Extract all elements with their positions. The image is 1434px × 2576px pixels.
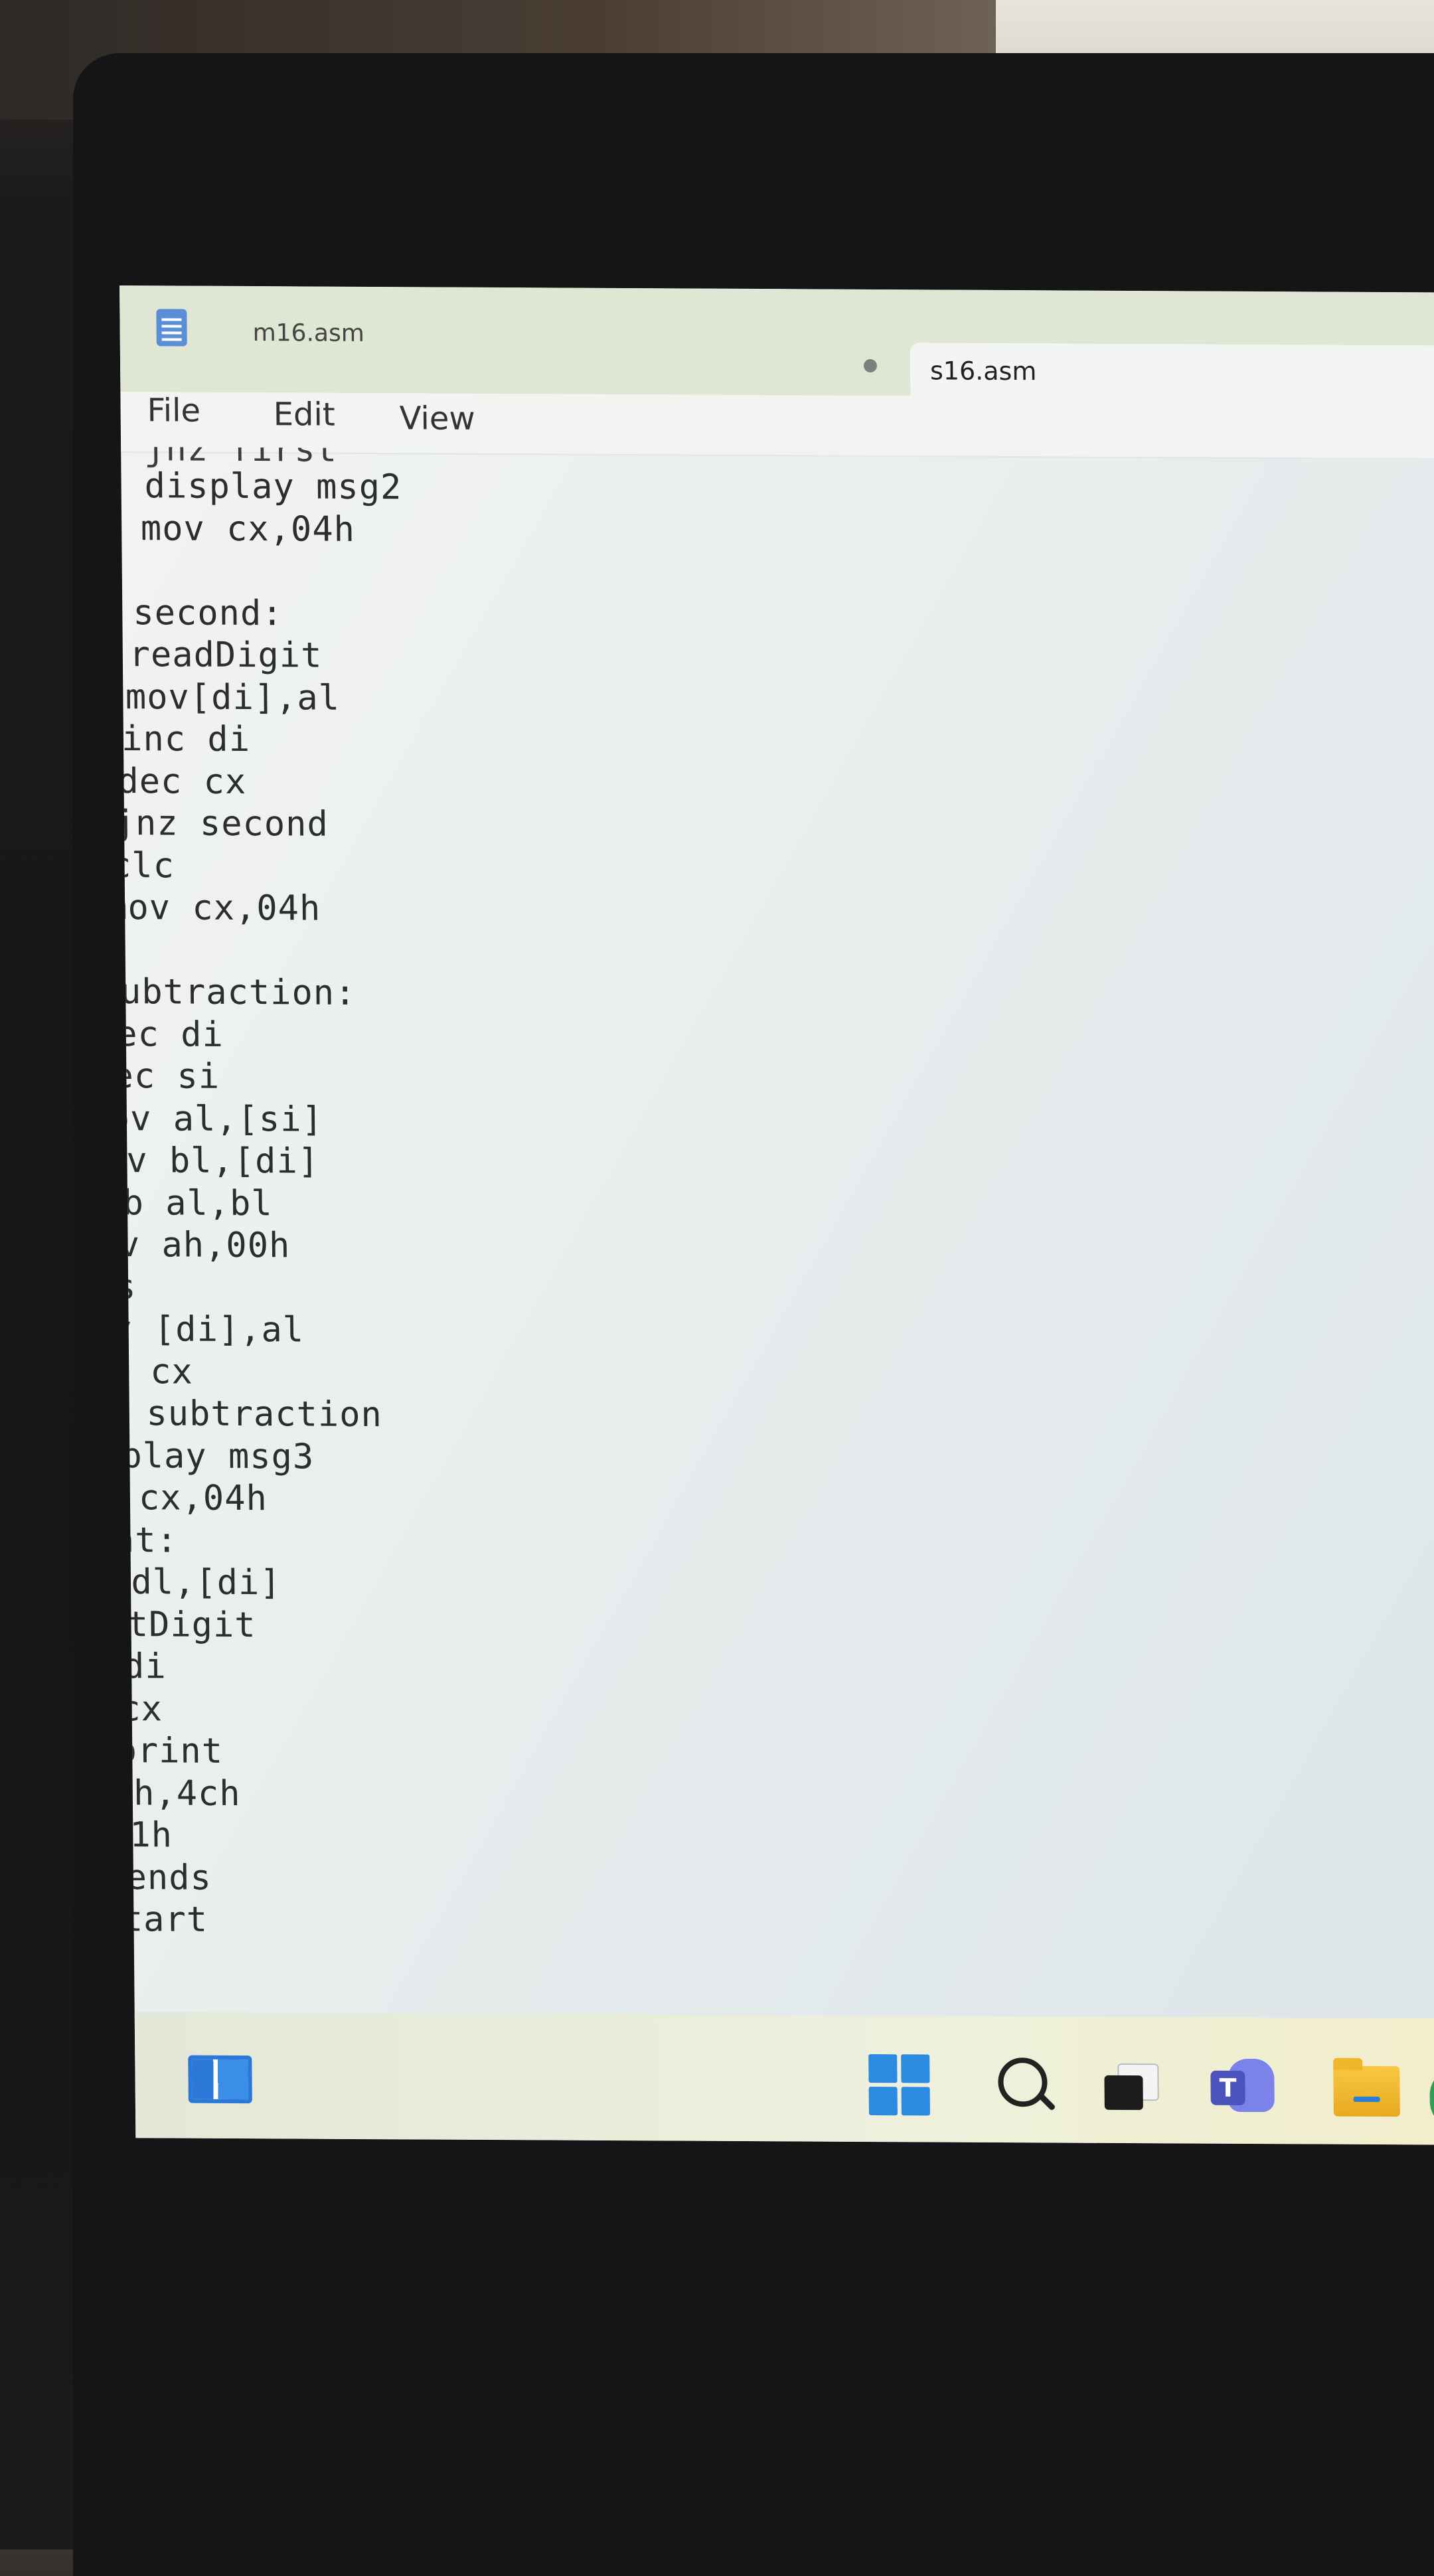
unsaved-indicator-icon: [863, 359, 878, 372]
notepad-window: m16.asm s16.asm File Edit View jnz first…: [120, 285, 1434, 2145]
code-line: jnz print: [120, 1731, 224, 1771]
code-line: mov cx,04h: [120, 887, 321, 929]
code-line: printDigit: [120, 1603, 256, 1645]
start-icon[interactable]: [868, 2054, 930, 2116]
title-bar: m16.asm s16.asm: [120, 285, 1434, 399]
app-icon-partial[interactable]: [1429, 2068, 1434, 2129]
tab-s16-asm[interactable]: s16.asm: [910, 343, 1434, 399]
code-line: mov cx,04h: [138, 1478, 268, 1519]
code-line: inc di: [121, 719, 251, 760]
notepad-icon: [156, 309, 187, 347]
file-explorer-icon[interactable]: [1333, 2065, 1400, 2117]
code-line: mov[di],al: [125, 677, 341, 718]
task-view-icon[interactable]: [1104, 2063, 1158, 2110]
code-line: mov [di],al: [120, 1309, 305, 1350]
tab-label: s16.asm: [929, 356, 1037, 386]
code-line: mov al,[si]: [120, 1098, 324, 1140]
code-line: clc: [120, 845, 175, 886]
teams-icon[interactable]: T: [1210, 2058, 1275, 2119]
code-line: dec si: [120, 1056, 220, 1097]
code-line: code ends: [125, 1857, 212, 1898]
code-line: subtraction:: [120, 971, 357, 1013]
code-line: jnz second: [120, 803, 329, 845]
code-line: display msg3: [120, 1435, 315, 1477]
code-line: mov ah,4ch: [120, 1773, 241, 1814]
code-line: mov ah,00h: [120, 1224, 291, 1266]
search-icon[interactable]: [998, 2057, 1048, 2107]
teams-letter: T: [1210, 2070, 1245, 2105]
menu-edit[interactable]: Edit: [273, 396, 335, 433]
code-line: mov dl,[di]: [131, 1562, 281, 1603]
code-line: dec di: [120, 1014, 224, 1055]
menu-file[interactable]: File: [147, 392, 200, 429]
code-line: mov cx,04h: [140, 508, 356, 550]
text-editor[interactable]: jnz first display msg2 mov cx,04h second: r…: [120, 451, 1434, 1987]
widgets-icon[interactable]: [188, 2055, 252, 2104]
code-line: readDigit: [129, 635, 323, 676]
tab-m16-asm[interactable]: m16.asm: [252, 319, 364, 347]
code-line: dec cx: [120, 761, 247, 802]
menu-view[interactable]: View: [399, 400, 475, 438]
code-line: sbb al,bl: [120, 1182, 273, 1224]
code-line: jnz subtraction: [120, 1394, 383, 1435]
code-line: dec cx: [120, 1351, 194, 1392]
code-line: display msg2: [144, 466, 402, 508]
code-line: second:: [133, 592, 283, 633]
taskbar: T: [134, 2012, 1434, 2145]
code-line: mov bl,[di]: [120, 1140, 320, 1182]
